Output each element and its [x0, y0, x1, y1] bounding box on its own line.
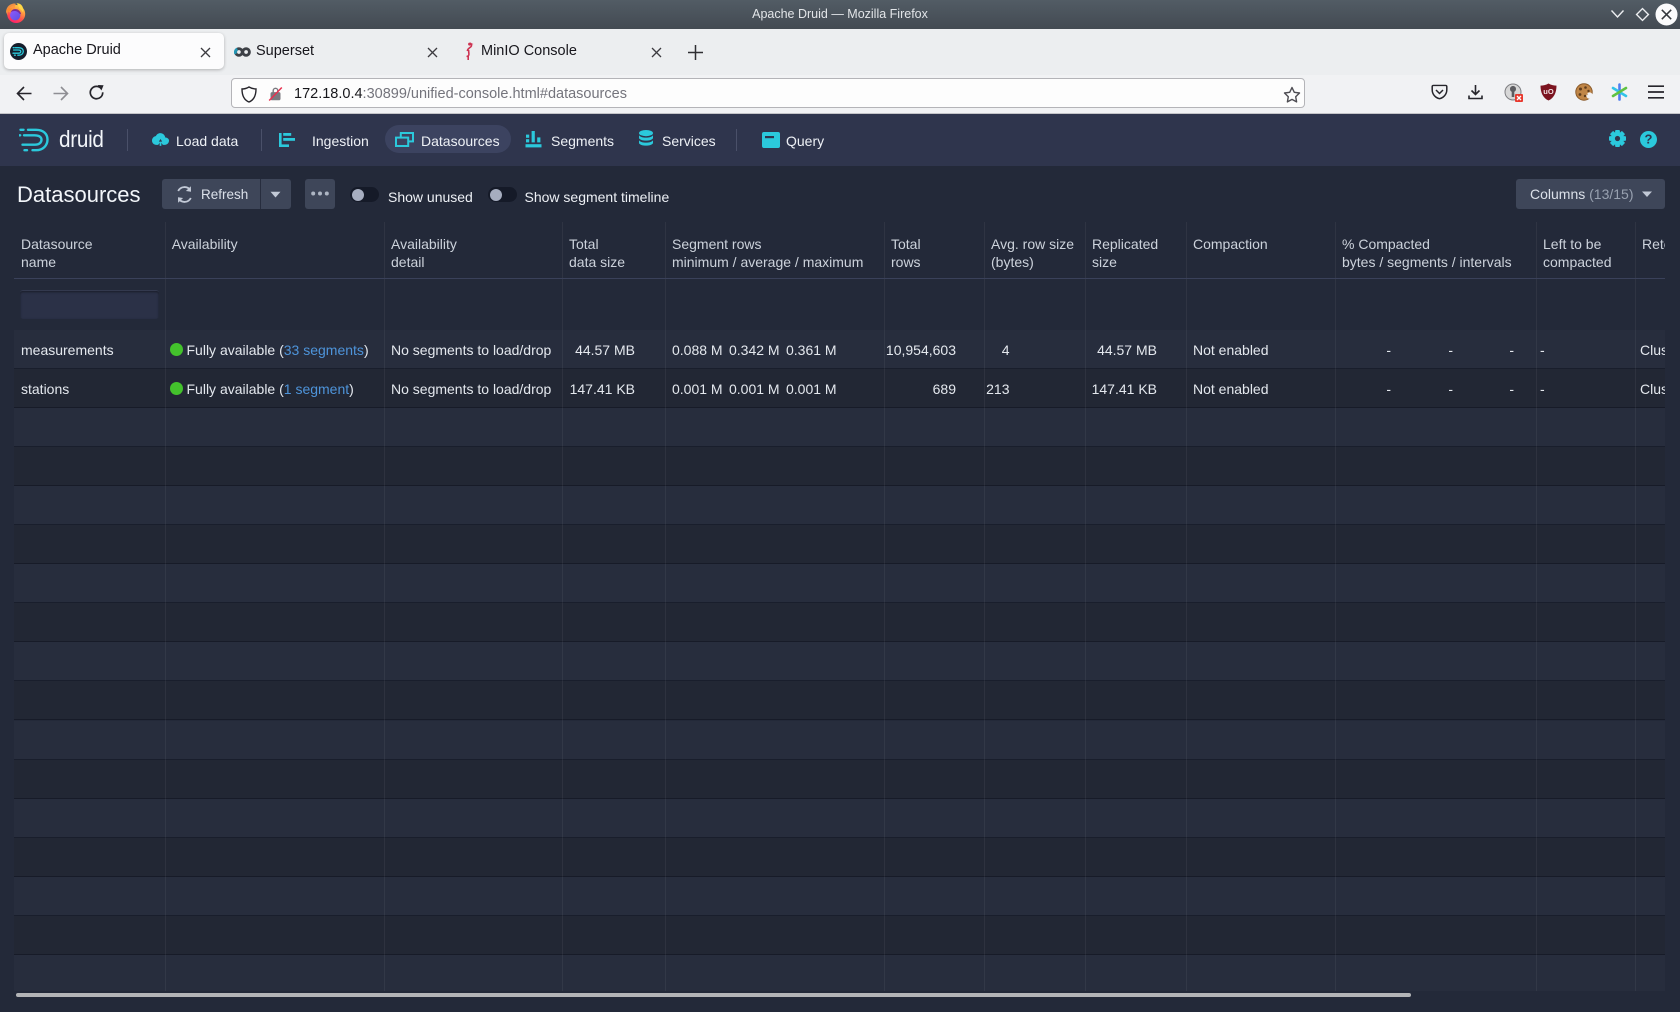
svg-text:uO: uO [1543, 87, 1554, 96]
svg-text:?: ? [1645, 132, 1653, 147]
